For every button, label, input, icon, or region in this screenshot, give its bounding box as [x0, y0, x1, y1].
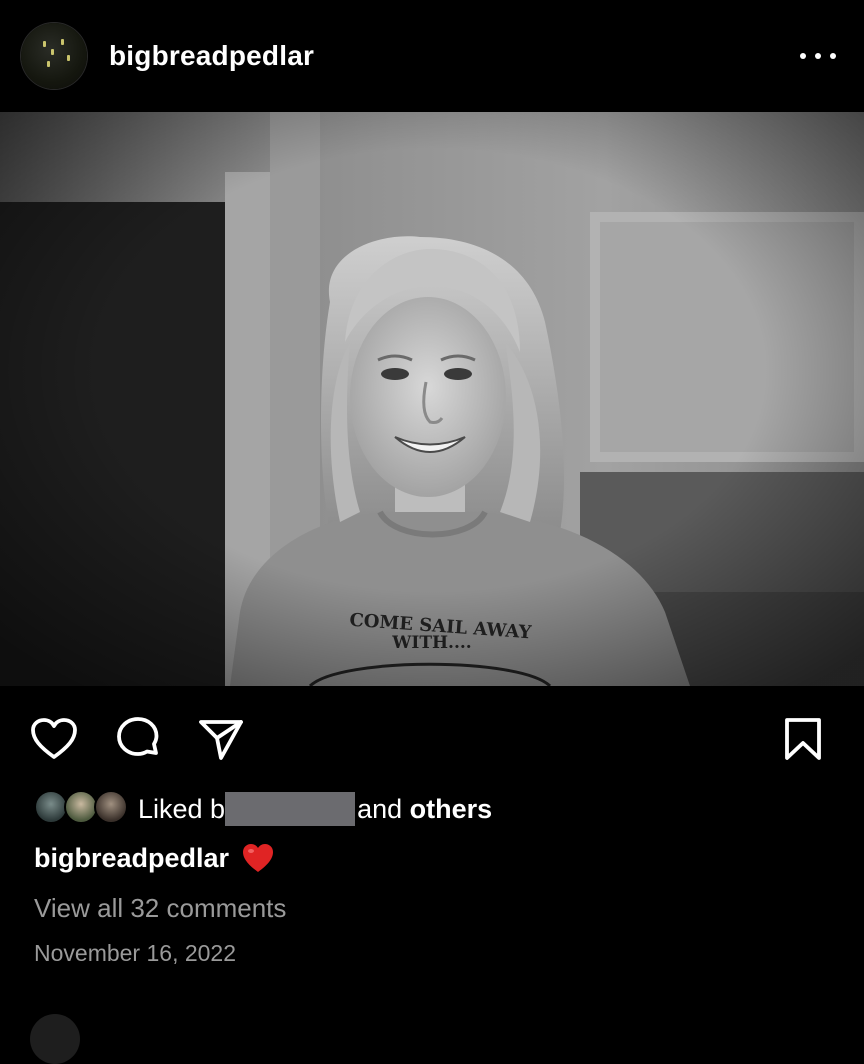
post-caption: bigbreadpedlar [34, 842, 275, 874]
red-heart-emoji [241, 842, 275, 874]
liked-by-prefix: Liked b [138, 793, 226, 824]
liker-avatar [34, 790, 68, 824]
bookmark-outline-icon[interactable] [778, 714, 828, 764]
post-date: November 16, 2022 [34, 940, 237, 966]
profile-avatar[interactable] [21, 23, 87, 89]
more-options-icon[interactable] [796, 40, 840, 72]
post-photo[interactable]: COME SAIL AWAY WITH.... [0, 112, 864, 686]
heart-outline-icon[interactable] [29, 714, 79, 764]
send-paper-plane-icon[interactable] [196, 714, 246, 764]
view-all-comments-link[interactable]: View all 32 comments [34, 893, 286, 924]
redacted-username [225, 792, 356, 826]
post-header: bigbreadpedlar [0, 0, 864, 112]
likes-text: Liked b and others [138, 792, 492, 826]
next-post-avatar[interactable] [30, 1014, 80, 1064]
post-username[interactable]: bigbreadpedlar [109, 40, 314, 72]
post-actions-bar [0, 686, 864, 786]
caption-username[interactable]: bigbreadpedlar [34, 843, 229, 874]
liker-avatar [94, 790, 128, 824]
comment-bubble-icon[interactable] [113, 714, 163, 764]
likes-summary[interactable]: Liked b and others [34, 786, 834, 830]
liker-avatar [64, 790, 98, 824]
likes-others-link[interactable]: others [410, 794, 493, 825]
likes-connector: and [357, 793, 403, 824]
